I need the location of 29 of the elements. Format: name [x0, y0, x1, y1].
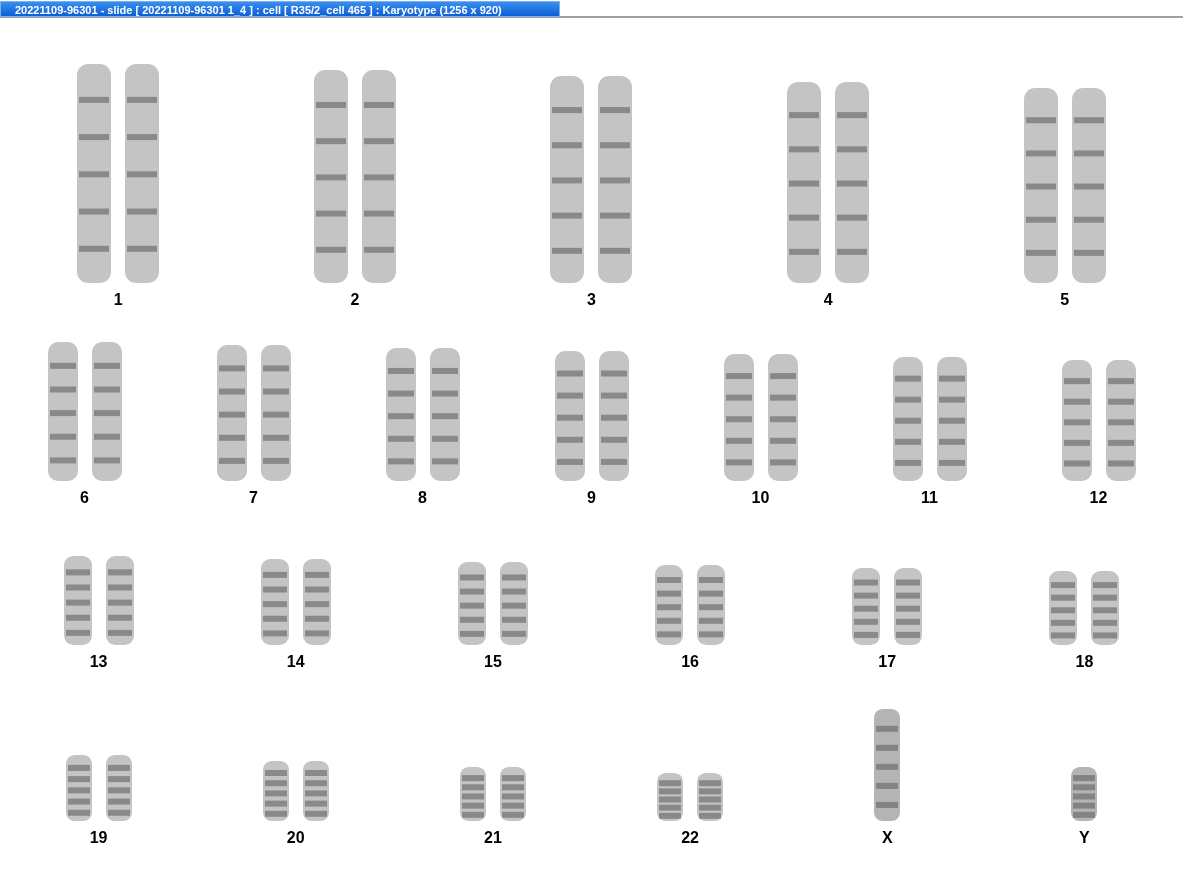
- chromosome-number: 16: [681, 653, 699, 671]
- chromosome-number: 1: [113, 291, 123, 309]
- chromosome-number: 22: [681, 829, 699, 847]
- chromosome-number: 7: [249, 489, 258, 507]
- chromosome-number: 20: [286, 829, 305, 847]
- chromosome-number: 3: [587, 291, 596, 309]
- chromosome-number: X: [881, 829, 893, 847]
- window-title: 20221109-96301 - slide [ 20221109-96301 1_4 ] : cell [ R35/2_cell 465 ] : Karyotype (1256 x 920): [0, 1, 560, 17]
- chromosome-number: 9: [587, 489, 596, 507]
- chromosome-number: 4: [823, 291, 833, 309]
- chromosome-pair-drawing: [262, 761, 329, 821]
- chromosome-number: 14: [286, 653, 305, 671]
- chromosome-number: 17: [878, 653, 897, 671]
- chromosome-pair-drawing: [459, 767, 526, 821]
- chromosome-pair-drawing: [657, 773, 724, 821]
- chromosome-number: 10: [751, 489, 770, 507]
- chromosome-number: 2: [350, 291, 360, 309]
- chromosome-number: 12: [1089, 489, 1108, 507]
- chromosome-number: Y: [1079, 829, 1090, 847]
- chromosome-number: 21: [484, 829, 502, 847]
- chromosome-number: 13: [89, 653, 108, 671]
- chromosome-number: 11: [921, 489, 938, 507]
- chromosome-number: 6: [80, 489, 89, 507]
- chromosome-number: 19: [89, 829, 108, 847]
- chromosome-number: 15: [484, 653, 502, 671]
- chromosome-number: 18: [1075, 653, 1094, 671]
- chromosome-number: 8: [418, 489, 427, 507]
- chromosome-pair-drawing: [65, 755, 132, 821]
- chromosome-number: 5: [1060, 291, 1070, 309]
